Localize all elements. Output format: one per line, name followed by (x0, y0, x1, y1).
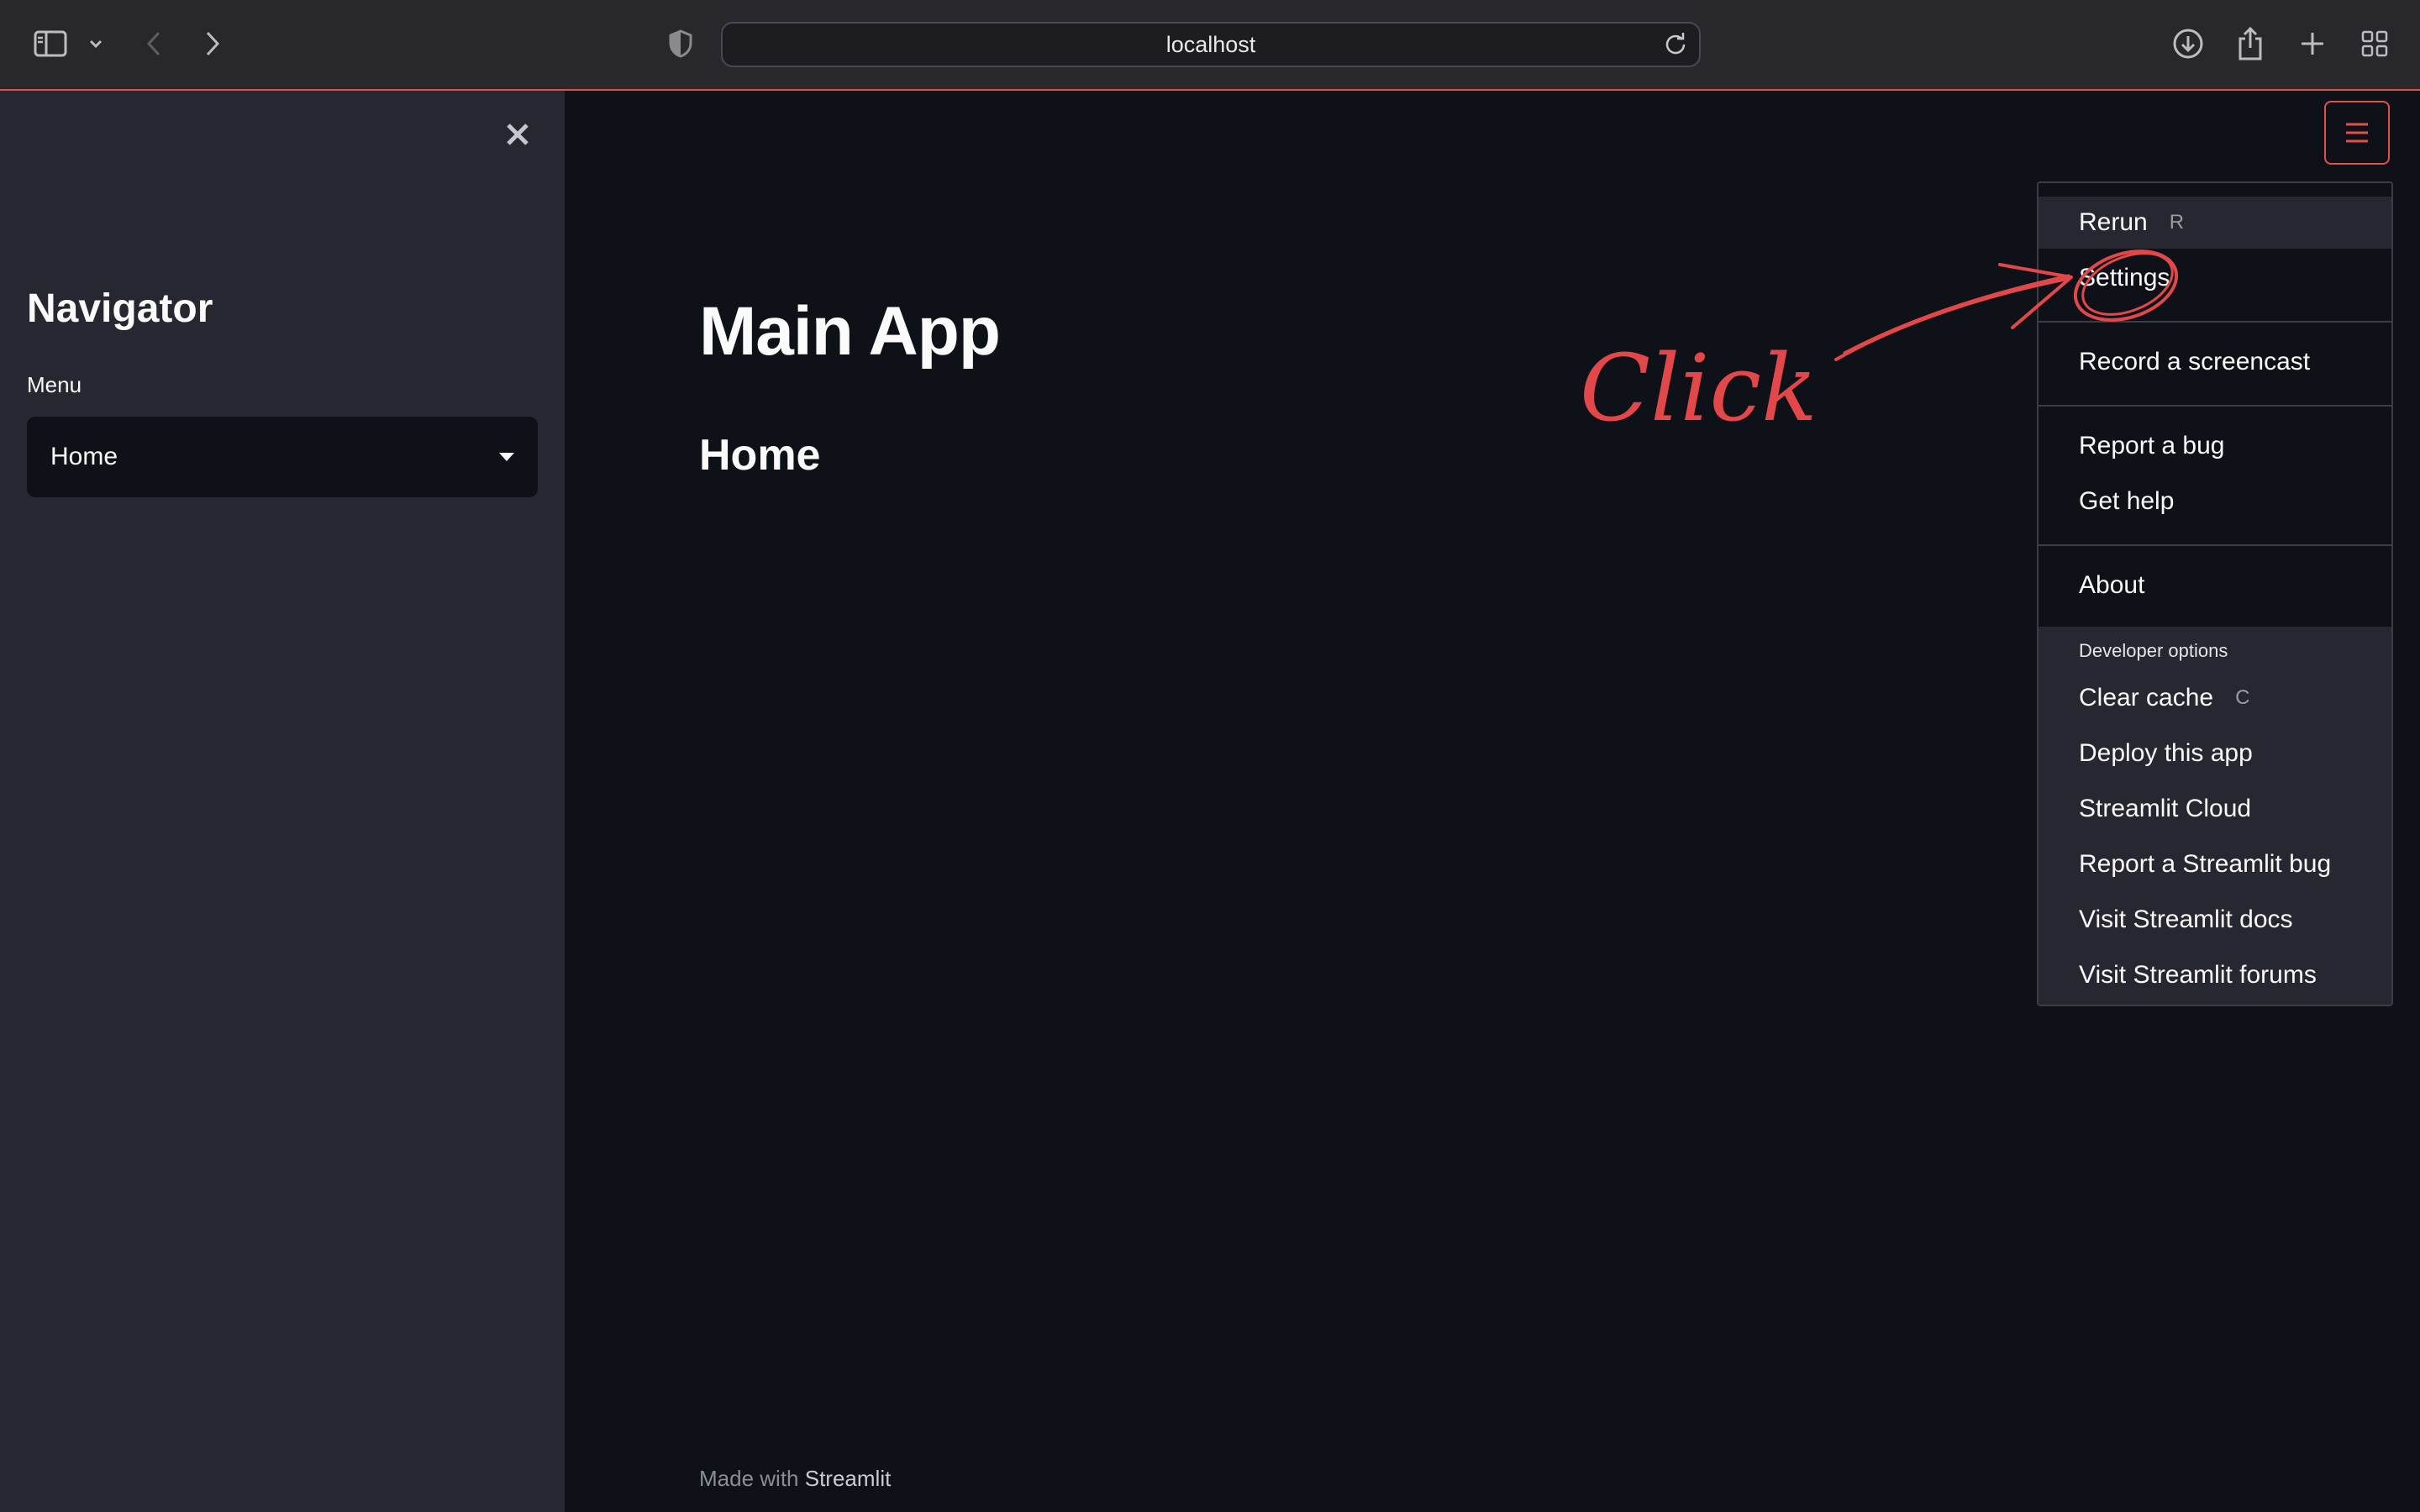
annotation-text: Click (1580, 334, 1818, 442)
menu-item-clear-cache[interactable]: Clear cache C (2039, 672, 2391, 724)
developer-options-label: Developer options (2079, 640, 2228, 661)
menu-item-label: Streamlit Cloud (2079, 795, 2252, 822)
menu-item-label: About (2079, 571, 2145, 599)
select-value: Home (50, 443, 118, 470)
browser-toolbar: localhost (0, 0, 2420, 91)
menu-item-deploy-app[interactable]: Deploy this app (2039, 727, 2391, 780)
reload-icon[interactable] (1664, 32, 1687, 61)
share-icon[interactable] (2233, 25, 2267, 62)
forward-icon[interactable] (198, 25, 227, 62)
tab-overview-icon[interactable] (2358, 25, 2391, 62)
arrow-head (1998, 263, 2073, 329)
hamburger-menu-button[interactable] (2324, 101, 2390, 165)
page-title: Main App (699, 293, 1001, 370)
address-bar[interactable]: localhost (721, 22, 1701, 67)
back-icon[interactable] (139, 25, 168, 62)
hamburger-icon (2346, 123, 2368, 143)
menu-item-streamlit-cloud[interactable]: Streamlit Cloud (2039, 783, 2391, 835)
menu-item-label: Get help (2079, 487, 2175, 515)
close-icon[interactable] (501, 118, 534, 151)
menu-item-label: Report a Streamlit bug (2079, 850, 2332, 878)
menu-item-report-streamlit-bug[interactable]: Report a Streamlit bug (2039, 838, 2391, 890)
annotation-circle-stroke (2081, 252, 2174, 316)
download-icon[interactable] (2170, 25, 2207, 62)
footer-prefix: Made with (699, 1466, 799, 1491)
footer-brand-link[interactable]: Streamlit (805, 1466, 892, 1491)
page-subtitle: Home (699, 431, 821, 480)
shortcut-key: C (2235, 686, 2250, 709)
menu-item-streamlit-forums[interactable]: Visit Streamlit forums (2039, 949, 2391, 1001)
footer: Made with Streamlit (699, 1466, 891, 1492)
arrow-shaft (1834, 277, 2069, 361)
chevron-down-icon[interactable] (84, 25, 108, 62)
menu-item-get-help[interactable]: Get help (2039, 475, 2391, 528)
handwritten-annotation: Click (1580, 249, 2179, 442)
menu-select[interactable]: Home (27, 417, 538, 497)
sidebar-toggle-icon[interactable] (32, 25, 69, 62)
menu-item-streamlit-docs[interactable]: Visit Streamlit docs (2039, 894, 2391, 946)
sidebar: Navigator Menu Home (0, 91, 565, 1512)
sidebar-title: Navigator (27, 286, 213, 331)
menu-item-label: Visit Streamlit forums (2079, 961, 2317, 989)
shield-icon[interactable] (664, 25, 697, 62)
menu-item-about[interactable]: About (2039, 559, 2391, 612)
menu-item-label: Visit Streamlit docs (2079, 906, 2293, 933)
new-tab-icon[interactable] (2296, 25, 2329, 62)
url-text: localhost (1165, 31, 1256, 57)
menu-item-label: Clear cache (2079, 684, 2214, 711)
menu-divider (2039, 544, 2391, 546)
menu-label: Menu (27, 372, 82, 397)
caret-down-icon (499, 453, 514, 461)
menu-item-label: Deploy this app (2079, 739, 2253, 767)
